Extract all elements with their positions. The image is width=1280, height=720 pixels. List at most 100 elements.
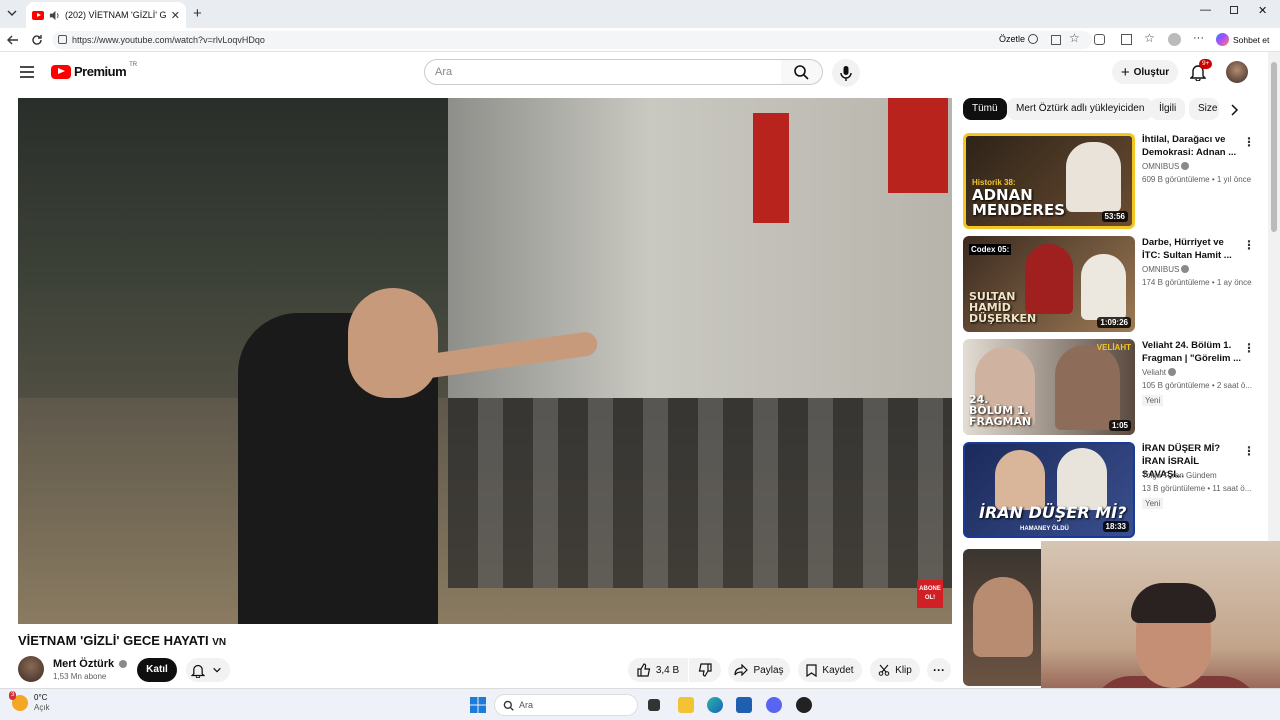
weather-widget[interactable]: 3 0°C Açık <box>9 691 50 713</box>
channel-name-text: Mert Öztürk <box>53 658 115 670</box>
chip-all[interactable]: Tümü <box>963 98 1007 120</box>
thumbs-down-icon <box>698 663 712 677</box>
recommendation-thumbnail-partial[interactable] <box>963 549 1041 686</box>
thumbs-up-icon <box>637 663 651 677</box>
speaker-icon[interactable] <box>49 10 60 21</box>
file-explorer-icon[interactable] <box>678 697 694 713</box>
window-close-button[interactable]: ✕ <box>1258 4 1267 17</box>
recommendation-title[interactable]: Darbe, Hürriyet ve İTC: Sultan Hamit ... <box>1142 236 1242 262</box>
restore-button[interactable] <box>1230 6 1238 14</box>
verified-icon <box>1168 368 1177 376</box>
dislike-button[interactable] <box>689 658 721 682</box>
tab-close-icon[interactable]: ✕ <box>171 9 180 22</box>
tab-list-chevron-icon[interactable] <box>6 7 18 19</box>
task-view-icon[interactable] <box>648 699 660 711</box>
thumbnail-caption: Codex 05: <box>969 244 1012 255</box>
like-button[interactable]: 3,4 B <box>628 658 688 682</box>
split-screen-icon[interactable] <box>1121 34 1132 45</box>
video-thumbnail[interactable]: Historik 38: ADNAN MENDERES 53:56 <box>963 133 1135 229</box>
recommendation-item[interactable]: Historik 38: ADNAN MENDERES 53:56 İhtila… <box>963 133 1263 231</box>
save-button[interactable]: Kaydet <box>798 658 862 682</box>
app-icon[interactable] <box>796 697 812 713</box>
subscription-bell-button[interactable] <box>186 658 230 682</box>
voice-search-button[interactable] <box>832 59 860 87</box>
app-grid-icon[interactable] <box>1051 35 1061 45</box>
taskbar-search-input[interactable]: Ara <box>494 694 638 716</box>
new-badge: Yeni <box>1142 395 1164 406</box>
account-avatar[interactable] <box>1226 61 1248 83</box>
tab-title: (202) VİETNAM 'GİZLİ' GECE H <box>65 10 166 20</box>
recommendation-title[interactable]: Veliaht 24. Bölüm 1. Fragman | "Görelim … <box>1142 339 1242 365</box>
summarize-button[interactable]: Özetle <box>999 34 1039 44</box>
page-scrollbar[interactable] <box>1268 52 1280 542</box>
notifications-button[interactable]: 9+ <box>1190 59 1213 81</box>
video-title: VİETNAM 'GİZLİ' GECE HAYATI VN <box>18 633 226 648</box>
thumbnail-portrait <box>1081 254 1126 320</box>
youtube-logo[interactable]: Premium TR <box>51 62 137 79</box>
video-title-suffix: VN <box>212 637 227 648</box>
recommendation-item[interactable]: Codex 05: SULTAN HAMİD DÜŞERKEN 1:09:26 … <box>963 236 1263 334</box>
copilot-chat-button[interactable]: Sohbet et <box>1216 33 1269 46</box>
channel-name[interactable]: Mert Öztürk <box>53 658 128 670</box>
taskbar-search-placeholder: Ara <box>519 700 534 710</box>
favorites-icon[interactable]: ☆ <box>1144 31 1155 45</box>
site-info-icon[interactable] <box>58 35 67 44</box>
more-vertical-icon[interactable]: ⋮ <box>1243 341 1255 355</box>
recommendation-channel[interactable]: OMNIBUS <box>1142 162 1190 171</box>
edge-browser-icon[interactable] <box>707 697 723 713</box>
recommendation-meta: 13 B görüntüleme • 11 saat ö... <box>1142 484 1252 493</box>
back-icon[interactable] <box>6 33 20 47</box>
start-button[interactable] <box>470 697 486 713</box>
subscriber-count: 1,53 Mn abone <box>53 672 107 681</box>
recommendation-channel[interactable]: Tolga Turan Gündem <box>1142 471 1217 480</box>
chips-next-icon[interactable] <box>1229 104 1239 116</box>
clip-button[interactable]: Klip <box>870 658 920 682</box>
url-field[interactable]: https://www.youtube.com/watch?v=rlvLoqvH… <box>52 31 1092 49</box>
recommendation-item[interactable]: VELİAHT 24. BÖLÜM 1. FRAGMAN 1:05 Veliah… <box>963 339 1263 437</box>
recommendation-channel[interactable]: Veliaht <box>1142 368 1177 377</box>
weather-temperature: 0°C <box>34 693 48 702</box>
video-thumbnail[interactable]: İRAN DÜŞER Mİ? HAMANEY ÖLDÜ 18:33 <box>963 442 1135 538</box>
windows-logo-icon <box>470 697 486 713</box>
share-button[interactable]: Paylaş <box>728 658 790 682</box>
more-vertical-icon[interactable]: ⋮ <box>1243 135 1255 149</box>
chip-from-uploader[interactable]: Mert Öztürk adlı yükleyiciden <box>1007 98 1154 120</box>
reload-icon[interactable] <box>30 33 44 47</box>
more-vertical-icon[interactable]: ⋮ <box>1243 444 1255 458</box>
thumbnail-portrait <box>1025 244 1073 314</box>
search-button[interactable] <box>781 59 823 85</box>
browser-tab-active[interactable]: (202) VİETNAM 'GİZLİ' GECE H ✕ <box>26 2 186 28</box>
recommendation-channel[interactable]: OMNIBUS <box>1142 265 1190 274</box>
chip-related[interactable]: İlgili <box>1150 98 1186 120</box>
video-thumbnail[interactable]: VELİAHT 24. BÖLÜM 1. FRAGMAN 1:05 <box>963 339 1135 435</box>
chip-for-you[interactable]: Size <box>1189 98 1219 120</box>
recommendation-item[interactable]: İRAN DÜŞER Mİ? HAMANEY ÖLDÜ 18:33 İRAN D… <box>963 442 1263 540</box>
profile-icon[interactable] <box>1168 33 1181 46</box>
video-thumbnail[interactable]: Codex 05: SULTAN HAMİD DÜŞERKEN 1:09:26 <box>963 236 1135 332</box>
recommendation-meta: 105 B görüntüleme • 2 saat ö... <box>1142 381 1252 390</box>
recommendation-title[interactable]: İhtilal, Darağacı ve Demokrasi: Adnan ..… <box>1142 133 1242 159</box>
more-horizontal-icon: ··· <box>933 663 945 677</box>
video-player[interactable]: ABONE OL! <box>18 98 952 624</box>
search-input[interactable]: Ara <box>424 59 782 85</box>
join-button[interactable]: Katıl <box>137 658 177 682</box>
extensions-icon[interactable] <box>1094 34 1105 45</box>
verified-icon <box>1181 265 1190 273</box>
scrollbar-thumb[interactable] <box>1271 62 1277 232</box>
youtube-favicon-icon <box>32 10 44 20</box>
chat-label: Sohbet et <box>1233 34 1270 45</box>
channel-avatar[interactable] <box>18 656 44 682</box>
minimize-button[interactable]: — <box>1200 4 1211 16</box>
discord-icon[interactable] <box>766 697 782 713</box>
subscribe-overlay-badge[interactable]: ABONE OL! <box>917 580 943 608</box>
menu-icon[interactable] <box>20 66 34 78</box>
more-vertical-icon[interactable]: ⋮ <box>1243 238 1255 252</box>
weather-description: Açık <box>34 703 50 712</box>
new-badge: Yeni <box>1142 498 1164 509</box>
more-options-icon[interactable]: ··· <box>1193 32 1204 44</box>
favorite-star-icon[interactable]: ☆ <box>1069 31 1080 45</box>
new-tab-button[interactable]: + <box>193 5 202 22</box>
store-icon[interactable] <box>736 697 752 713</box>
more-actions-button[interactable]: ··· <box>927 658 951 682</box>
create-button[interactable]: + Oluştur <box>1112 60 1178 84</box>
